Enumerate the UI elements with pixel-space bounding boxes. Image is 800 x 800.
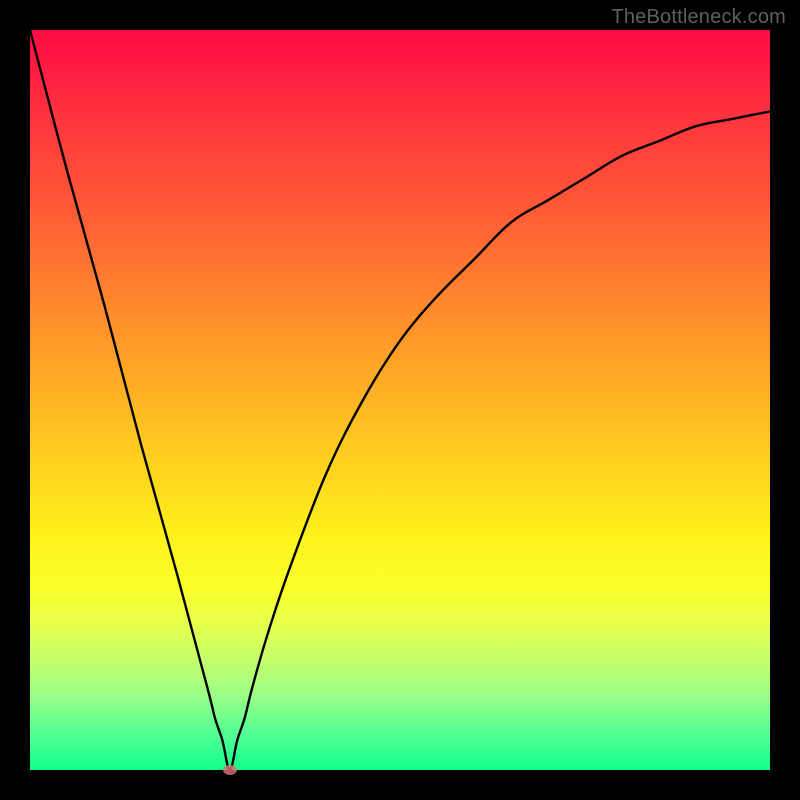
chart-frame <box>30 30 770 770</box>
watermark-text: TheBottleneck.com <box>611 6 786 29</box>
minimum-marker <box>223 765 237 775</box>
bottleneck-curve <box>30 30 770 770</box>
